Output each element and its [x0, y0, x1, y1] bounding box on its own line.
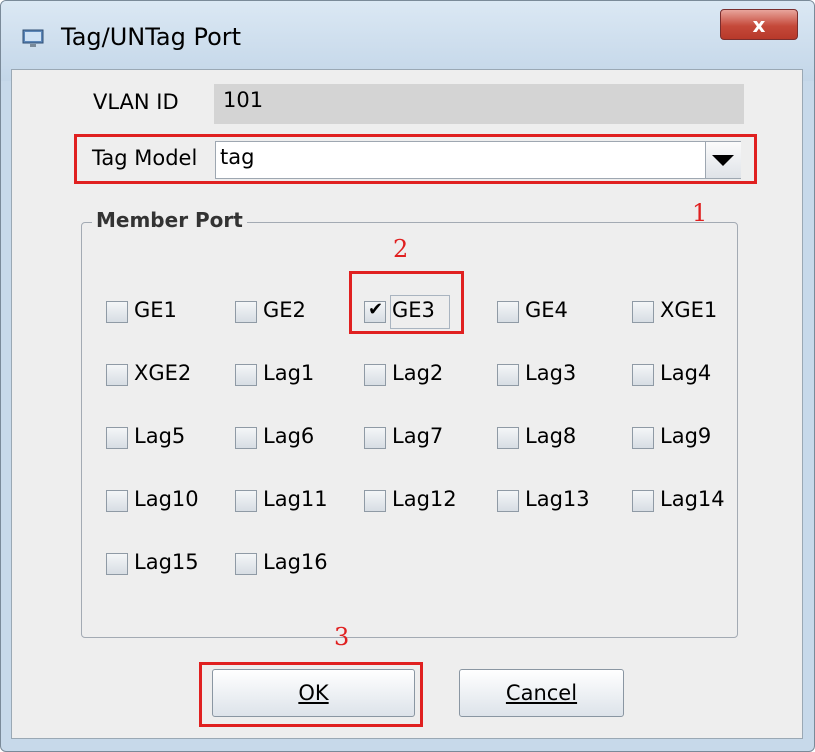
close-icon: x — [752, 13, 766, 37]
port-checkbox-lag16[interactable]: Lag16 — [235, 547, 355, 581]
checkbox[interactable] — [497, 490, 519, 512]
checkbox[interactable] — [106, 364, 128, 386]
member-port-title: Member Port — [92, 208, 247, 232]
port-label: Lag1 — [263, 361, 315, 385]
port-label: Lag4 — [660, 361, 712, 385]
checkbox[interactable] — [106, 553, 128, 575]
annotation-box-1 — [74, 134, 757, 184]
port-checkbox-ge1[interactable]: GE1 — [106, 295, 226, 329]
port-label: Lag8 — [525, 424, 577, 448]
checkbox[interactable] — [497, 427, 519, 449]
port-checkbox-lag4[interactable]: Lag4 — [632, 358, 752, 392]
checkbox[interactable] — [364, 490, 386, 512]
port-label: Lag15 — [134, 550, 199, 574]
checkbox[interactable] — [632, 301, 654, 323]
annotation-box-3 — [199, 662, 423, 727]
port-checkbox-lag2[interactable]: Lag2 — [364, 358, 484, 392]
checkbox[interactable] — [106, 301, 128, 323]
network-adapter-icon — [22, 29, 44, 47]
port-label: Lag16 — [263, 550, 328, 574]
port-checkbox-xge2[interactable]: XGE2 — [106, 358, 226, 392]
checkbox[interactable] — [106, 427, 128, 449]
port-checkbox-lag10[interactable]: Lag10 — [106, 484, 226, 518]
port-label: Lag7 — [392, 424, 444, 448]
annotation-box-2 — [349, 271, 464, 334]
port-label: GE2 — [263, 298, 306, 322]
port-label: XGE1 — [660, 298, 718, 322]
checkbox[interactable] — [235, 427, 257, 449]
window-title: Tag/UNTag Port — [61, 23, 242, 51]
port-label: Lag10 — [134, 487, 199, 511]
port-checkbox-lag3[interactable]: Lag3 — [497, 358, 617, 392]
checkbox[interactable] — [632, 490, 654, 512]
annotation-label-2: 2 — [393, 235, 409, 263]
port-label: Lag13 — [525, 487, 590, 511]
checkbox[interactable] — [497, 364, 519, 386]
close-button[interactable]: x — [720, 9, 798, 40]
checkbox[interactable] — [106, 490, 128, 512]
port-checkbox-ge4[interactable]: GE4 — [497, 295, 617, 329]
port-checkbox-lag9[interactable]: Lag9 — [632, 421, 752, 455]
checkbox[interactable] — [632, 427, 654, 449]
checkbox[interactable] — [497, 301, 519, 323]
vlan-id-label: VLAN ID — [93, 90, 179, 114]
dialog-window: Tag/UNTag Port x VLAN ID 101 Tag Model t… — [0, 0, 815, 752]
port-checkbox-lag5[interactable]: Lag5 — [106, 421, 226, 455]
checkbox[interactable] — [235, 490, 257, 512]
checkbox[interactable] — [632, 364, 654, 386]
port-checkbox-lag7[interactable]: Lag7 — [364, 421, 484, 455]
checkbox[interactable] — [235, 364, 257, 386]
port-label: Lag12 — [392, 487, 457, 511]
annotation-label-3: 3 — [334, 623, 350, 651]
checkbox[interactable] — [235, 301, 257, 323]
port-checkbox-lag6[interactable]: Lag6 — [235, 421, 355, 455]
checkbox[interactable] — [364, 427, 386, 449]
port-label: GE1 — [134, 298, 177, 322]
port-label: Lag14 — [660, 487, 725, 511]
port-label: Lag9 — [660, 424, 712, 448]
port-label: GE4 — [525, 298, 568, 322]
port-checkbox-lag1[interactable]: Lag1 — [235, 358, 355, 392]
port-checkbox-lag15[interactable]: Lag15 — [106, 547, 226, 581]
port-checkbox-xge1[interactable]: XGE1 — [632, 295, 752, 329]
port-label: Lag11 — [263, 487, 328, 511]
port-checkbox-lag13[interactable]: Lag13 — [497, 484, 617, 518]
port-label: Lag6 — [263, 424, 315, 448]
port-label: Lag2 — [392, 361, 444, 385]
port-label: Lag5 — [134, 424, 186, 448]
cancel-button[interactable]: Cancel — [459, 669, 624, 717]
port-checkbox-lag8[interactable]: Lag8 — [497, 421, 617, 455]
port-label: XGE2 — [134, 361, 192, 385]
port-checkbox-lag11[interactable]: Lag11 — [235, 484, 355, 518]
vlan-id-value: 101 — [223, 88, 264, 112]
port-checkbox-lag14[interactable]: Lag14 — [632, 484, 752, 518]
port-label: Lag3 — [525, 361, 577, 385]
vlan-id-field — [214, 84, 744, 124]
checkbox[interactable] — [235, 553, 257, 575]
port-checkbox-lag12[interactable]: Lag12 — [364, 484, 484, 518]
port-checkbox-ge2[interactable]: GE2 — [235, 295, 355, 329]
checkbox[interactable] — [364, 364, 386, 386]
